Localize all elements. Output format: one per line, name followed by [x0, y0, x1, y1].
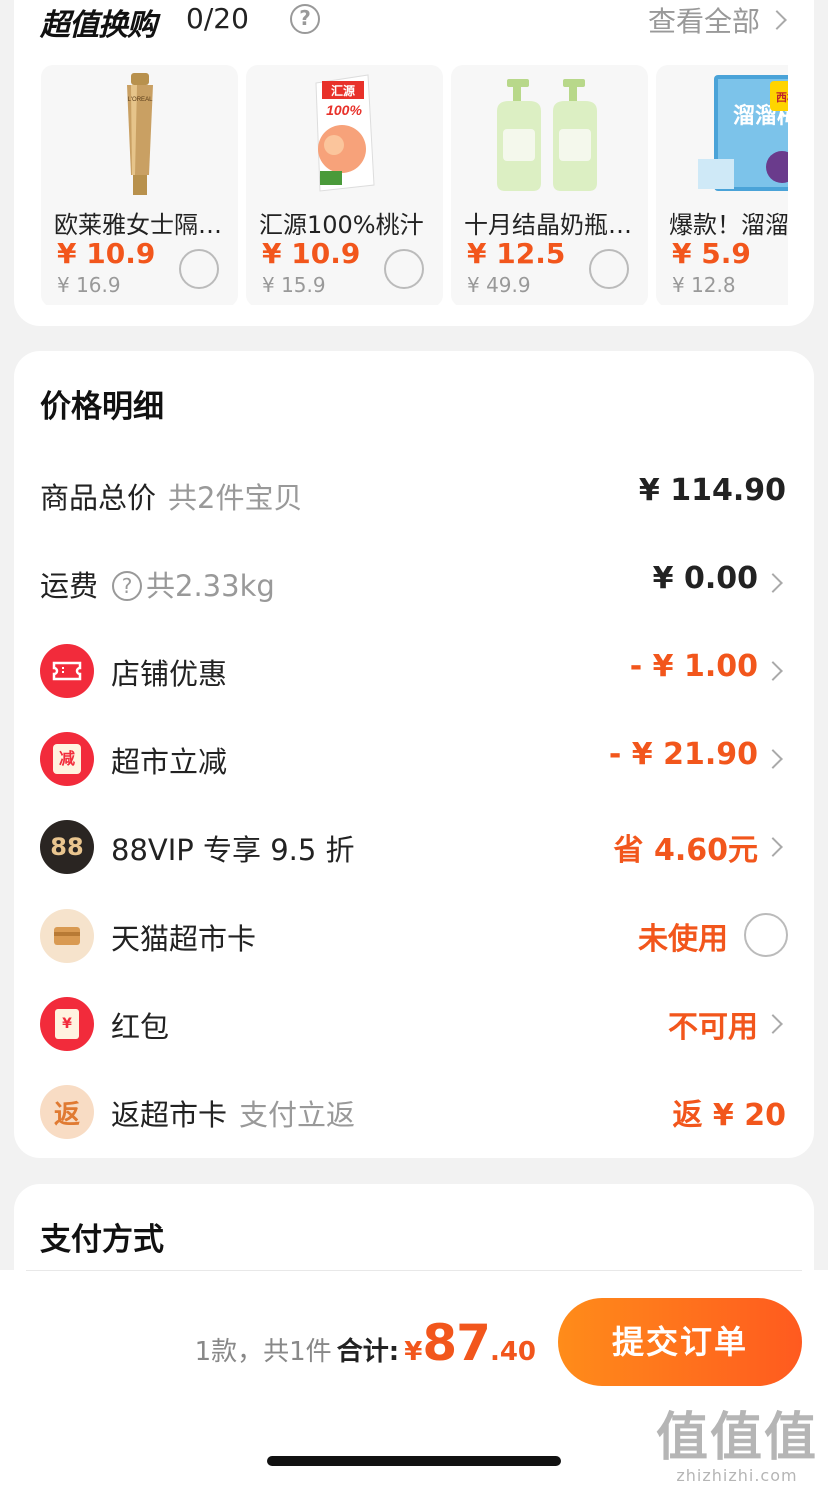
swap-product-card[interactable]: 汇源 100% 汇源100%桃汁 ¥ 10.9 ¥ 15.9 [246, 65, 443, 305]
row-label: 超市立减 [111, 745, 228, 779]
row-label: 88VIP 专享 9.5 折 [111, 833, 355, 867]
product-price: ¥ 12.5 [467, 237, 566, 270]
order-summary: 1款，共1件 合计: ¥87.40 [195, 1314, 536, 1374]
help-icon[interactable]: ? [290, 4, 320, 34]
product-name: 十月结晶奶瓶清洗剂 [464, 211, 646, 239]
watermark: 值值值 zhizhizhi.com [656, 1410, 818, 1485]
price-detail-card: 价格明细 商品总价 共2件宝贝 ¥ 114.90 运费? 共2.33kg ¥ 0.0… [14, 351, 814, 1158]
svg-text:100%: 100% [326, 102, 362, 118]
swap-card: 超值换购 0/20 ? 查看全部 L'OREAL 欧莱雅女士隔离霜 ¥ 10.9… [14, 0, 814, 326]
help-icon: ? [112, 571, 143, 601]
red-packet-icon: ¥ [40, 997, 94, 1051]
select-radio[interactable] [179, 249, 219, 289]
product-image: 汇源 100% [315, 74, 375, 192]
swap-title: 超值换购 [40, 8, 157, 43]
product-image [497, 79, 597, 191]
product-name: 爆款！溜溜梅 [669, 211, 788, 239]
row-value: - ¥ 1.00 [629, 649, 758, 684]
swap-product-card[interactable]: L'OREAL 欧莱雅女士隔离霜 ¥ 10.9 ¥ 16.9 [41, 65, 238, 305]
item-count: 1款，共1件 [194, 1337, 332, 1367]
swap-product-list: L'OREAL 欧莱雅女士隔离霜 ¥ 10.9 ¥ 16.9 汇源 100% 汇… [41, 65, 788, 305]
vip-88-icon: 88 [40, 820, 94, 874]
row-cashback-card: 返 返超市卡 支付立返 返 ¥ 20 [14, 1082, 814, 1142]
divider [26, 1270, 802, 1271]
coupon-icon [40, 644, 94, 698]
row-label: 天猫超市卡 [111, 922, 257, 956]
product-original-price: ¥ 16.9 [57, 273, 121, 297]
row-label: 运费? 共2.33kg [40, 569, 275, 603]
currency-symbol: ¥ [404, 1337, 423, 1367]
row-sub: 共2.33kg [146, 569, 275, 603]
product-price: ¥ 10.9 [57, 237, 156, 270]
row-label: 店铺优惠 [111, 657, 228, 691]
product-original-price: ¥ 12.8 [672, 273, 736, 297]
watermark-url: zhizhizhi.com [676, 1466, 798, 1485]
chevron-right-icon [763, 573, 783, 593]
row-supermarket-discount[interactable]: 减 超市立减 - ¥ 21.90 [14, 729, 814, 789]
svg-text:L'OREAL: L'OREAL [128, 97, 153, 103]
home-indicator[interactable] [267, 1456, 561, 1466]
row-goods-total: 商品总价 共2件宝贝 ¥ 114.90 [14, 465, 814, 525]
row-red-packet[interactable]: ¥ 红包 不可用 [14, 994, 814, 1054]
swap-count: 0/20 [186, 2, 249, 35]
row-sub: 支付立返 [239, 1098, 356, 1132]
cashback-icon: 返 [40, 1085, 94, 1139]
total-amount-decimal: .40 [489, 1337, 536, 1367]
row-label: 商品总价 共2件宝贝 [40, 481, 303, 515]
svg-text:西梅: 西梅 [776, 90, 788, 104]
product-name: 汇源100%桃汁 [259, 211, 424, 239]
chevron-right-icon [767, 10, 787, 30]
product-name: 欧莱雅女士隔离霜 [54, 211, 236, 239]
product-original-price: ¥ 15.9 [262, 273, 326, 297]
select-radio[interactable] [384, 249, 424, 289]
select-radio[interactable] [589, 249, 629, 289]
product-image: L'OREAL [127, 73, 153, 195]
row-value: ¥ 0.00 [652, 561, 758, 596]
row-value: ¥ 114.90 [638, 473, 786, 508]
swap-product-card[interactable]: 溜溜梅 西梅 爆款！溜溜梅 ¥ 5.9 ¥ 12.8 [656, 65, 788, 305]
svg-text:汇源: 汇源 [331, 83, 355, 98]
row-label: 红包 [111, 1010, 170, 1044]
swap-product-card[interactable]: 十月结晶奶瓶清洗剂 ¥ 12.5 ¥ 49.9 [451, 65, 648, 305]
total-label: 合计: [336, 1337, 400, 1367]
row-sub: 共2件宝贝 [168, 481, 303, 515]
row-88vip[interactable]: 88 88VIP 专享 9.5 折 省 4.60元 [14, 817, 814, 877]
product-image: 溜溜梅 西梅 [698, 75, 788, 191]
submit-order-button[interactable]: 提交订单 [558, 1298, 802, 1386]
chevron-right-icon [763, 749, 783, 769]
bottom-bar: 1款，共1件 合计: ¥87.40 提交订单 值值值 zhizhizhi.com [0, 1270, 828, 1485]
card-icon [40, 909, 94, 963]
view-all-link[interactable]: 查看全部 [648, 0, 760, 40]
row-tmall-card[interactable]: 天猫超市卡 未使用 [14, 906, 814, 966]
payment-title: 支付方式 [40, 1222, 164, 1258]
chevron-right-icon [763, 661, 783, 681]
row-shipping[interactable]: 运费? 共2.33kg ¥ 0.00 [14, 553, 814, 613]
row-value: 未使用 [638, 922, 728, 957]
product-price: ¥ 10.9 [262, 237, 361, 270]
discount-icon: 减 [40, 732, 94, 786]
row-value: 返 ¥ 20 [672, 1098, 786, 1133]
chevron-right-icon [763, 1014, 783, 1034]
product-original-price: ¥ 49.9 [467, 273, 531, 297]
swap-header: 超值换购 0/20 ? 查看全部 [40, 0, 788, 50]
row-label: 返超市卡 支付立返 [111, 1098, 356, 1132]
price-detail-title: 价格明细 [40, 389, 164, 425]
chevron-right-icon [763, 837, 783, 857]
row-value: 省 4.60元 [613, 833, 758, 868]
row-value: 不可用 [668, 1010, 758, 1045]
select-radio[interactable] [744, 913, 788, 957]
watermark-logo: 值值值 [655, 1408, 818, 1468]
row-shop-discount[interactable]: 店铺优惠 - ¥ 1.00 [14, 641, 814, 701]
total-amount-integer: 87 [422, 1314, 491, 1372]
row-value: - ¥ 21.90 [608, 737, 758, 772]
product-price: ¥ 5.9 [672, 237, 751, 270]
